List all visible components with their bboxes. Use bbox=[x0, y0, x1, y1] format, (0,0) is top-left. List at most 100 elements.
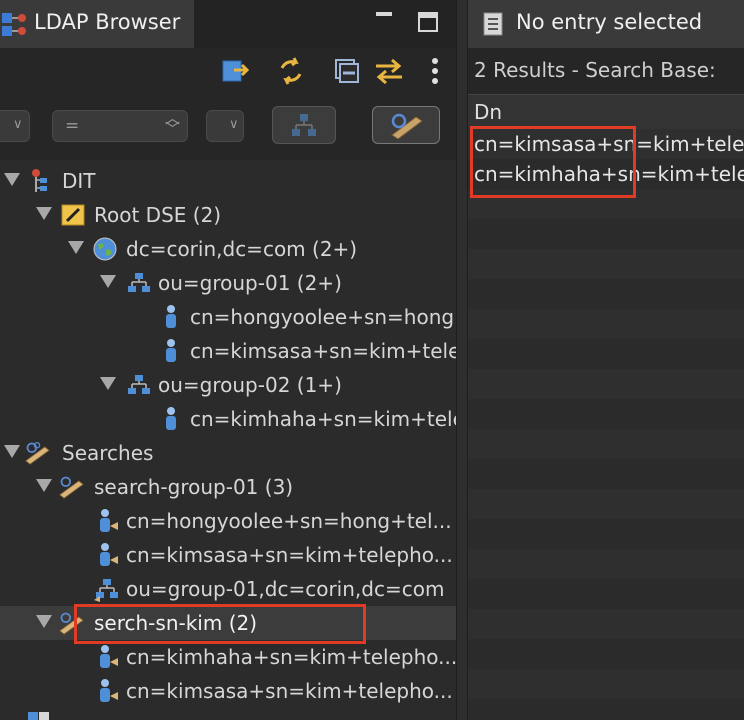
run-quick-search-button[interactable] bbox=[372, 106, 440, 144]
tree-item-label: cn=kimsasa+sn=kim+telepho... bbox=[126, 679, 453, 703]
document-icon bbox=[483, 12, 503, 36]
tree-item-label: cn=hongyoolee+sn=hong bbox=[190, 305, 455, 329]
results-summary: 2 Results - Search Base: bbox=[474, 58, 716, 82]
tree-item-entry[interactable]: cn=kimsasa+sn=kim+tele bbox=[0, 334, 456, 368]
link-with-editor-button[interactable] bbox=[218, 54, 252, 88]
table-row-empty bbox=[468, 489, 744, 519]
dit-icon bbox=[32, 169, 47, 192]
table-row-empty bbox=[468, 639, 744, 669]
value-combo[interactable]: ∨ bbox=[206, 110, 244, 142]
tree-item-label: Root DSE (2) bbox=[94, 203, 222, 227]
refresh-button[interactable] bbox=[274, 54, 308, 88]
operator-combo[interactable]: = ︿ ﹀ bbox=[52, 110, 188, 142]
ldap-browser-tab[interactable]: LDAP Browser bbox=[0, 0, 194, 48]
table-row-empty bbox=[468, 579, 744, 609]
operator-value: = bbox=[65, 116, 80, 136]
tree-item-search-result[interactable]: cn=kimhaha+sn=kim+telepho... bbox=[0, 640, 456, 674]
quick-search-bar: ∨ = ︿ ﹀ ∨ bbox=[0, 94, 456, 160]
collapse-all-button[interactable] bbox=[330, 54, 364, 88]
table-row-empty bbox=[468, 399, 744, 429]
tree-item-label: cn=hongyoolee+sn=hong+tel... bbox=[126, 509, 452, 533]
tree-item-dit[interactable]: DIT bbox=[0, 164, 456, 198]
view-menu-button[interactable] bbox=[418, 54, 452, 88]
searches-icon bbox=[25, 441, 50, 465]
link-unlink-button[interactable] bbox=[372, 54, 406, 88]
chevron-down-icon: ∨ bbox=[229, 117, 239, 132]
expanded-triangle-icon[interactable] bbox=[100, 377, 116, 390]
table-cell-dn: cn=kimsasa+sn=kim+telep bbox=[474, 132, 744, 156]
ldap-browser-tab-bar: LDAP Browser bbox=[0, 0, 456, 49]
org-unit-icon bbox=[292, 114, 316, 136]
tree-item-ou-group-01[interactable]: ou=group-01 (2+) bbox=[0, 266, 456, 300]
tree-item-search-result[interactable]: cn=kimsasa+sn=kim+telepho... bbox=[0, 538, 456, 572]
expanded-triangle-icon[interactable] bbox=[100, 275, 116, 288]
table-row-empty bbox=[468, 429, 744, 459]
table-row-empty bbox=[468, 249, 744, 279]
table-row-empty bbox=[468, 459, 744, 489]
ldap-browser-panel: LDAP Browser ∨ = ︿ ﹀ ∨ DIT Root DSE (2) … bbox=[0, 0, 456, 720]
expanded-triangle-icon[interactable] bbox=[36, 479, 52, 492]
table-row[interactable]: cn=kimhaha+sn=kim+tele bbox=[468, 159, 744, 189]
bookmarks-icon bbox=[28, 712, 49, 720]
quick-search-base-button[interactable] bbox=[272, 106, 336, 144]
table-row[interactable]: cn=kimsasa+sn=kim+telep bbox=[468, 129, 744, 159]
person-icon bbox=[166, 305, 176, 328]
person-icon bbox=[166, 407, 176, 430]
pane-splitter[interactable] bbox=[456, 0, 468, 720]
table-row-empty bbox=[468, 549, 744, 579]
editor-tab-bar: No entry selected bbox=[468, 0, 744, 49]
tree-item-ou-group-02[interactable]: ou=group-02 (1+) bbox=[0, 368, 456, 402]
table-row-empty bbox=[468, 189, 744, 219]
table-row-empty bbox=[468, 519, 744, 549]
tree-item-label: serch-sn-kim (2) bbox=[94, 611, 258, 635]
collapse-all-icon bbox=[335, 59, 359, 83]
table-cell-dn: cn=kimhaha+sn=kim+tele bbox=[474, 162, 744, 186]
search-icon bbox=[59, 476, 84, 499]
expanded-triangle-icon[interactable] bbox=[36, 615, 52, 628]
tree-item-dc-corin[interactable]: dc=corin,dc=com (2+) bbox=[0, 232, 456, 266]
minimize-button[interactable] bbox=[374, 12, 394, 18]
tree-item-search-result[interactable]: cn=kimsasa+sn=kim+telepho... bbox=[0, 674, 456, 708]
tree-item-search-result[interactable]: ou=group-01,dc=corin,dc=com bbox=[0, 572, 456, 606]
more-vertical-icon bbox=[432, 58, 438, 84]
tree-item-search-group-01[interactable]: search-group-01 (3) bbox=[0, 470, 456, 504]
search-icon bbox=[391, 113, 423, 139]
tree-item-searches[interactable]: Searches bbox=[0, 436, 456, 470]
table-row-empty bbox=[468, 309, 744, 339]
swap-arrows-icon bbox=[376, 58, 402, 85]
expanded-triangle-icon[interactable] bbox=[36, 207, 52, 220]
person-icon bbox=[166, 339, 176, 362]
org-unit-icon bbox=[128, 375, 150, 394]
table-row-empty bbox=[468, 669, 744, 699]
person-result-icon bbox=[100, 645, 118, 668]
tree-item-entry[interactable]: cn=hongyoolee+sn=hong bbox=[0, 300, 456, 334]
expanded-triangle-icon[interactable] bbox=[68, 241, 84, 254]
ldap-browser-title: LDAP Browser bbox=[34, 10, 181, 34]
tree-item-label: DIT bbox=[62, 169, 96, 193]
tree-item-label: search-group-01 (3) bbox=[94, 475, 294, 499]
tree-item-label: ou=group-01,dc=corin,dc=com bbox=[126, 577, 445, 601]
maximize-button[interactable] bbox=[418, 12, 438, 32]
tree-item-label: cn=kimhaha+sn=kim+telepho... bbox=[126, 645, 456, 669]
person-result-icon bbox=[100, 679, 118, 702]
table-row-empty bbox=[468, 339, 744, 369]
results-table: Dn cn=kimsasa+sn=kim+telep cn=kimhaha+sn… bbox=[468, 94, 744, 720]
tree-item-entry[interactable]: cn=kimhaha+sn=kim+tele bbox=[0, 402, 456, 436]
attribute-combo[interactable]: ∨ bbox=[0, 110, 30, 142]
ldap-browser-icon bbox=[2, 13, 26, 36]
browser-toolbar bbox=[0, 48, 456, 94]
org-unit-icon bbox=[128, 273, 150, 292]
column-header-dn[interactable]: Dn bbox=[468, 94, 744, 130]
expanded-triangle-icon[interactable] bbox=[4, 173, 20, 186]
tree-item-label: cn=kimsasa+sn=kim+tele bbox=[190, 339, 456, 363]
org-unit-result-icon bbox=[94, 579, 118, 602]
tree-item-label: dc=corin,dc=com (2+) bbox=[126, 237, 358, 261]
tree-item-search-result[interactable]: cn=hongyoolee+sn=hong+tel... bbox=[0, 504, 456, 538]
person-result-icon bbox=[100, 543, 118, 566]
updown-chevron-icon: ︿ ﹀ bbox=[165, 109, 181, 138]
tree-item-root-dse[interactable]: Root DSE (2) bbox=[0, 198, 456, 232]
tree-item-serch-sn-kim[interactable]: serch-sn-kim (2) bbox=[0, 606, 456, 640]
expanded-triangle-icon[interactable] bbox=[4, 445, 20, 458]
tree-item-partial[interactable] bbox=[0, 708, 456, 720]
person-result-icon bbox=[100, 509, 118, 532]
